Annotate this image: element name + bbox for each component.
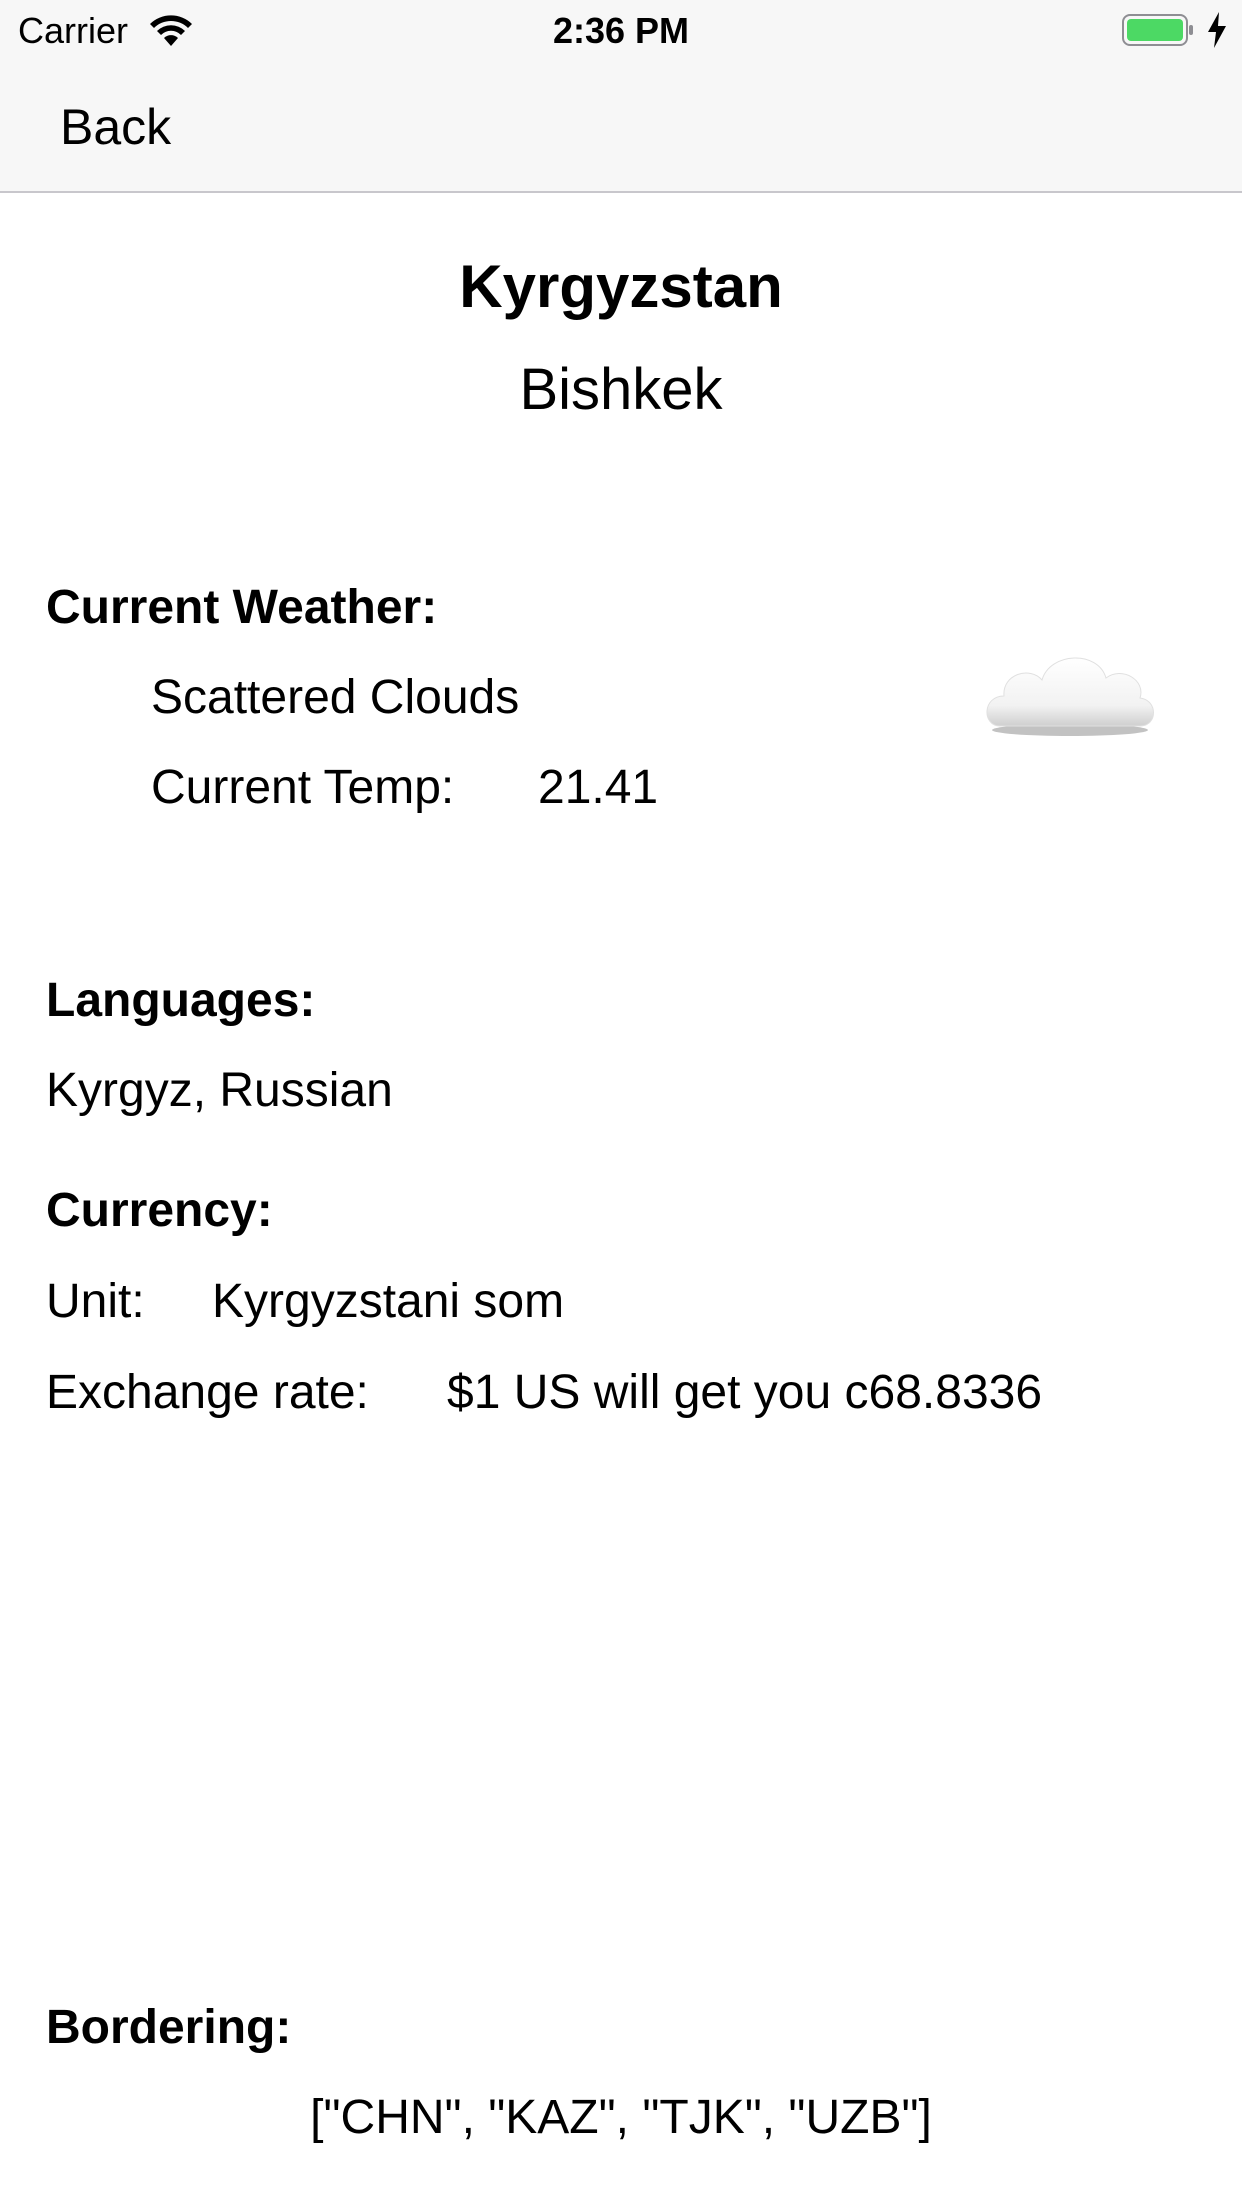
cloud-icon xyxy=(986,657,1154,736)
capital-name: Bishkek xyxy=(519,357,723,422)
battery-icon xyxy=(1122,14,1193,46)
exchange-rate-label: Exchange rate: xyxy=(46,1366,369,1419)
status-time: 2:36 PM xyxy=(552,10,690,51)
exchange-rate-value: $1 US will get you c68.8336 xyxy=(447,1366,1043,1419)
back-button[interactable]: Back xyxy=(60,98,171,156)
temp-label: Current Temp: xyxy=(151,761,455,814)
languages-value: Kyrgyz, Russian xyxy=(46,1064,393,1117)
bordering-header: Bordering: xyxy=(46,2001,292,2054)
charging-icon xyxy=(1208,12,1226,48)
navigation-bar: Back xyxy=(0,60,1242,193)
currency-unit-label: Unit: xyxy=(46,1275,145,1328)
currency-unit-value: Kyrgyzstani som xyxy=(212,1275,565,1328)
country-name: Kyrgyzstan xyxy=(459,253,783,320)
weather-description: Scattered Clouds xyxy=(151,671,520,724)
currency-header: Currency: xyxy=(46,1184,273,1237)
bordering-value: ["CHN", "KAZ", "TJK", "UZB"] xyxy=(310,2091,932,2144)
weather-header: Current Weather: xyxy=(46,581,438,634)
languages-header: Languages: xyxy=(46,974,316,1027)
status-bar: Carrier 2:36 PM xyxy=(0,0,1242,60)
temp-value: 21.41 xyxy=(538,761,659,814)
